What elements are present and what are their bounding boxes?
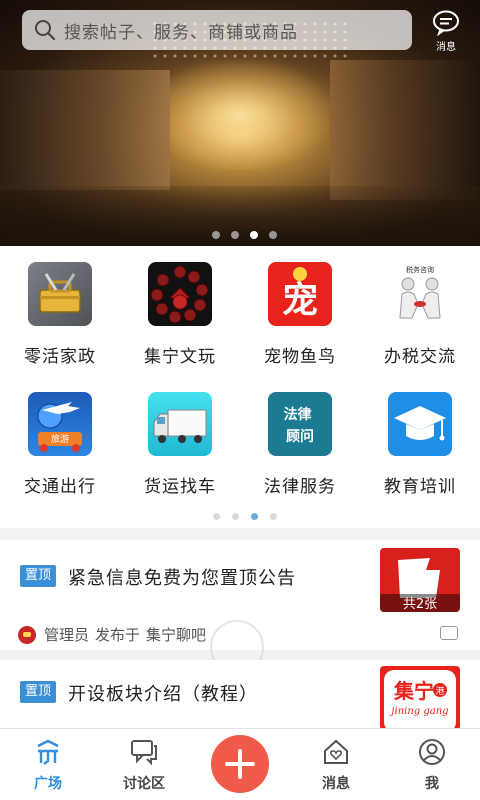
- search-icon: [34, 19, 56, 41]
- author-avatar: [18, 625, 36, 644]
- thumbnail-sub-text: jining gang: [389, 706, 448, 717]
- thumbnail-count: 共2张: [403, 597, 437, 612]
- pet-icon-text: 宠: [282, 280, 318, 321]
- category-item-tax[interactable]: 税务咨询 办税交流: [360, 262, 480, 382]
- search-bar[interactable]: 搜索帖子、服务、商铺或商品: [22, 10, 412, 50]
- banner-carousel[interactable]: 搜索帖子、服务、商铺或商品 消息: [0, 0, 480, 246]
- banner-dot[interactable]: [269, 231, 277, 239]
- category-item-pets[interactable]: 宠 宠物鱼鸟: [240, 262, 360, 382]
- pinned-tag: 置顶: [20, 565, 57, 587]
- search-placeholder: 搜索帖子、服务、商铺或商品: [64, 22, 298, 43]
- travel-icon-text: 旅游: [51, 433, 69, 445]
- category-pagination: [213, 513, 277, 520]
- add-post-button[interactable]: [211, 735, 269, 793]
- category-item-odd-jobs[interactable]: 零活家政: [0, 262, 120, 382]
- chat-bubble-icon: [433, 10, 459, 37]
- post-thumbnail[interactable]: 集宁 港 jining gang: [380, 666, 460, 728]
- category-label: 办税交流: [384, 347, 456, 367]
- thumbnail-brand-text: 集宁: [393, 679, 434, 703]
- category-label: 法律服务: [264, 477, 336, 497]
- post-author[interactable]: 管理员: [44, 624, 89, 645]
- nav-tab-plaza[interactable]: 广场: [0, 737, 96, 797]
- graduation-cap-icon: [388, 392, 452, 456]
- banner-pagination: [212, 231, 277, 239]
- post-item[interactable]: 置顶 开设板块介绍（教程） 集宁 港 jining gang: [0, 660, 480, 728]
- category-page-dot[interactable]: [270, 513, 277, 520]
- nav-tab-forum[interactable]: 讨论区: [96, 737, 192, 797]
- header-messages-button[interactable]: 消息: [428, 10, 464, 54]
- nav-tab-me[interactable]: 我: [384, 737, 480, 797]
- user-profile-icon: [419, 739, 445, 765]
- nav-label: 消息: [322, 776, 350, 792]
- banner-dot-active[interactable]: [250, 231, 258, 239]
- post-title: 开设板块介绍（教程）: [68, 684, 258, 705]
- category-item-antiques[interactable]: 集宁文玩: [120, 262, 240, 382]
- category-label: 货运找车: [144, 477, 216, 497]
- banner-glow: [150, 60, 330, 170]
- banner-building-right: [330, 60, 480, 200]
- law-icon-text: 法律 顾问: [284, 406, 317, 445]
- nav-label: 我: [425, 776, 439, 792]
- category-item-transport[interactable]: 旅游 交通出行: [0, 392, 120, 512]
- category-label: 交通出行: [24, 477, 96, 497]
- thumbnail-badge-text: 港: [435, 685, 444, 697]
- plaza-icon: [37, 739, 59, 765]
- category-grid: 零活家政 集宁文玩 宠 宠物鱼鸟 税务咨询 办税交流 旅游 交通出行 货运找车 …: [0, 246, 480, 528]
- app-screen: 搜索帖子、服务、商铺或商品 消息 零活家政 集宁文玩 宠 宠物鱼鸟 税务咨询 办…: [0, 0, 480, 800]
- toolbox-icon: [28, 262, 92, 326]
- post-title: 紧急信息免费为您置顶公告: [68, 568, 296, 589]
- category-label: 教育培训: [384, 477, 456, 497]
- post-thumbnail[interactable]: 共2张: [380, 548, 460, 612]
- nav-tab-messages[interactable]: 消息: [288, 737, 384, 797]
- tax-icon-text: 税务咨询: [406, 265, 434, 274]
- category-label: 集宁文玩: [144, 347, 216, 367]
- comment-icon[interactable]: [440, 622, 458, 640]
- beads-icon: [148, 262, 212, 326]
- banner-building-left: [0, 70, 170, 190]
- forum-chat-icon: [131, 740, 157, 766]
- nav-label: 广场: [34, 776, 62, 792]
- truck-icon: [148, 392, 212, 456]
- category-label: 宠物鱼鸟: [264, 347, 336, 367]
- category-page-dot-active[interactable]: [251, 513, 258, 520]
- house-heart-icon: [324, 739, 348, 764]
- category-page-dot[interactable]: [232, 513, 239, 520]
- banner-dot[interactable]: [231, 231, 239, 239]
- travel-icon: 旅游: [28, 392, 92, 456]
- category-item-freight[interactable]: 货运找车: [120, 392, 240, 512]
- category-page-dot[interactable]: [213, 513, 220, 520]
- header-messages-label: 消息: [436, 42, 456, 53]
- nav-label: 讨论区: [123, 776, 165, 792]
- tax-consult-icon: 税务咨询: [388, 262, 452, 326]
- law-icon-text-line2: 顾问: [286, 428, 314, 445]
- pet-icon: 宠: [268, 262, 332, 326]
- post-published-text: 发布于: [95, 626, 141, 644]
- category-label: 零活家政: [24, 347, 96, 367]
- post-meta: 管理员 发布于 集宁聊吧: [18, 624, 212, 645]
- category-item-law[interactable]: 法律 顾问 法律服务: [240, 392, 360, 512]
- banner-dot[interactable]: [212, 231, 220, 239]
- post-forum[interactable]: 集宁聊吧: [146, 624, 206, 645]
- category-item-education[interactable]: 教育培训: [360, 392, 480, 512]
- pinned-tag: 置顶: [20, 681, 57, 703]
- law-icon: 法律 顾问: [268, 392, 332, 456]
